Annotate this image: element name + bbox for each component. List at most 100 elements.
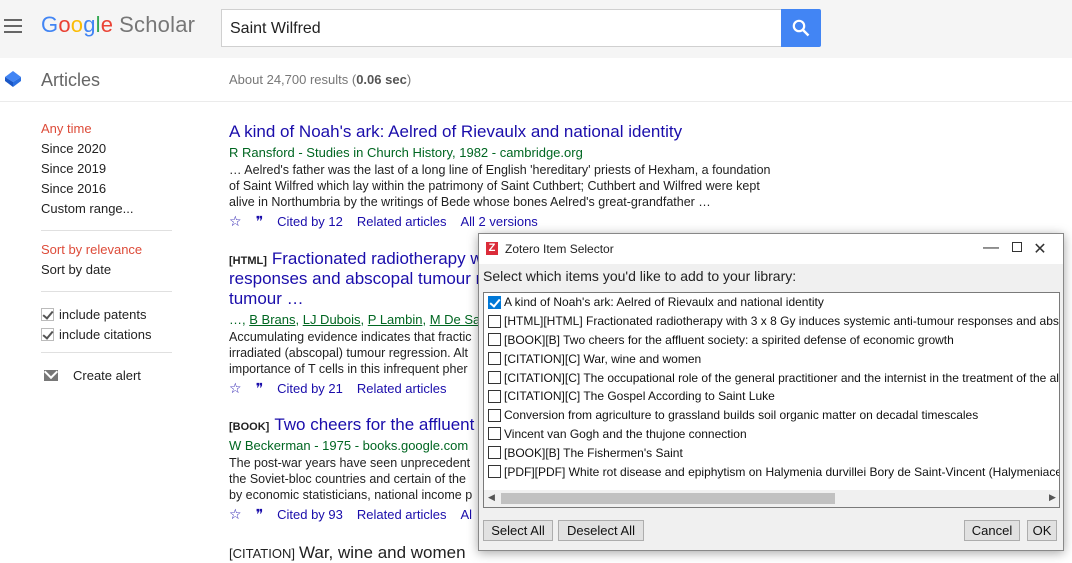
search-input[interactable]: Saint Wilfred: [221, 9, 782, 47]
google-scholar-logo[interactable]: Google Scholar: [41, 12, 195, 38]
filter-since-2019[interactable]: Since 2019: [41, 162, 176, 182]
selector-item-label: [BOOK][B] The Fishermen's Saint: [504, 445, 683, 460]
unchecked-checkbox-icon[interactable]: [488, 333, 501, 347]
all-versions-link[interactable]: All 2 versions: [460, 214, 537, 229]
checked-checkbox-icon[interactable]: [488, 295, 501, 309]
selector-item-row[interactable]: Conversion from agriculture to grassland…: [484, 406, 1059, 425]
cite-quote-icon[interactable]: ❞: [256, 213, 264, 230]
include-patents-checkbox[interactable]: include patents: [41, 304, 176, 324]
unchecked-checkbox-icon[interactable]: [488, 389, 501, 403]
scholar-header: Google Scholar Saint Wilfred: [0, 0, 1072, 58]
save-star-icon[interactable]: ☆: [229, 380, 242, 397]
unchecked-checkbox-icon[interactable]: [488, 427, 501, 441]
dialog-titlebar[interactable]: Z Zotero Item Selector — ✕: [479, 234, 1063, 264]
all-versions-link[interactable]: Al: [460, 507, 472, 522]
selector-item-row[interactable]: [BOOK][B] The Fishermen's Saint: [484, 443, 1059, 462]
cite-quote-icon[interactable]: ❞: [256, 380, 264, 397]
unchecked-checkbox-icon[interactable]: [488, 352, 501, 366]
author-link[interactable]: M De Sa: [430, 312, 481, 327]
unchecked-checkbox-icon[interactable]: [488, 408, 501, 422]
close-icon[interactable]: ✕: [1025, 239, 1055, 259]
articles-icon: [5, 71, 21, 87]
selector-item-label: [HTML][HTML] Fractionated radiotherapy w…: [504, 314, 1060, 329]
snippet-line: alive in Northumbria by the writings of …: [229, 195, 711, 209]
cited-by-link[interactable]: Cited by 93: [277, 507, 343, 522]
dialog-title: Zotero Item Selector: [505, 242, 614, 256]
related-articles-link[interactable]: Related articles: [357, 507, 447, 522]
author-link[interactable]: LJ Dubois: [303, 312, 361, 327]
unchecked-checkbox-icon[interactable]: [488, 465, 501, 479]
search-icon: [792, 19, 810, 37]
sidebar-divider: [41, 291, 172, 292]
articles-label: Articles: [41, 70, 101, 90]
ok-button[interactable]: OK: [1027, 520, 1057, 541]
result-actions: ☆ ❞ Cited by 12 Related articles All 2 v…: [229, 213, 809, 230]
selector-item-row[interactable]: Vincent van Gogh and the thujone connect…: [484, 425, 1059, 444]
filter-sidebar: Any time Since 2020 Since 2019 Since 201…: [41, 122, 176, 385]
filter-custom-range[interactable]: Custom range...: [41, 202, 176, 222]
results-count: About 24,700 results (0.06 sec): [229, 72, 412, 87]
selector-item-row[interactable]: [BOOK][B] Two cheers for the affluent so…: [484, 331, 1059, 350]
scroll-right-icon[interactable]: ▶: [1049, 492, 1056, 503]
dialog-prompt: Select which items you'd like to add to …: [483, 268, 797, 284]
checkbox-icon: [41, 307, 54, 321]
deselect-all-button[interactable]: Deselect All: [558, 520, 644, 541]
select-all-button[interactable]: Select All: [483, 520, 553, 541]
selector-item-label: [PDF][PDF] White rot disease and epiphyt…: [504, 464, 1060, 479]
mail-icon: [44, 369, 58, 381]
create-alert-link[interactable]: Create alert: [41, 365, 176, 385]
author-link[interactable]: B Brans: [249, 312, 295, 327]
selector-item-row[interactable]: [CITATION][C] The occupational role of t…: [484, 368, 1059, 387]
filter-any-time[interactable]: Any time: [41, 122, 176, 142]
result-type-tag: [BOOK]: [229, 421, 270, 433]
selector-item-label: Vincent van Gogh and the thujone connect…: [504, 426, 747, 441]
cite-quote-icon[interactable]: ❞: [256, 506, 264, 523]
selector-item-row[interactable]: [CITATION][C] War, wine and women: [484, 349, 1059, 368]
scrollbar-thumb[interactable]: [501, 493, 835, 504]
snippet-line: of Saint Wilfred which lay within the pa…: [229, 179, 760, 193]
horizontal-scrollbar[interactable]: ◀ ▶: [484, 490, 1059, 507]
result-snippet: … Aelred's father was the last of a long…: [229, 162, 809, 210]
search-button[interactable]: [781, 9, 821, 47]
checkbox-icon: [41, 327, 54, 341]
selector-item-label: Conversion from agriculture to grassland…: [504, 408, 979, 423]
sidebar-divider: [41, 230, 172, 231]
filter-since-2016[interactable]: Since 2016: [41, 182, 176, 202]
sidebar-divider: [41, 352, 172, 353]
related-articles-link[interactable]: Related articles: [357, 214, 447, 229]
sort-by-date[interactable]: Sort by date: [41, 263, 176, 283]
unchecked-checkbox-icon[interactable]: [488, 371, 501, 385]
selector-item-row[interactable]: [HTML][HTML] Fractionated radiotherapy w…: [484, 312, 1059, 331]
menu-icon[interactable]: [4, 19, 22, 33]
include-citations-checkbox[interactable]: include citations: [41, 324, 176, 344]
zotero-item-selector-dialog: Z Zotero Item Selector — ✕ Select which …: [478, 233, 1064, 551]
cancel-button[interactable]: Cancel: [964, 520, 1020, 541]
result-type-tag: [CITATION]: [229, 546, 295, 561]
sort-by-relevance[interactable]: Sort by relevance: [41, 243, 176, 263]
result-authors: R Ransford - Studies in Church History, …: [229, 145, 583, 160]
results-bar: Articles About 24,700 results (0.06 sec): [0, 58, 1072, 102]
selector-item-label: [BOOK][B] Two cheers for the affluent so…: [504, 332, 954, 347]
related-articles-link[interactable]: Related articles: [357, 381, 447, 396]
item-list: A kind of Noah's ark: Aelred of Rievaulx…: [483, 292, 1060, 508]
filter-since-2020[interactable]: Since 2020: [41, 142, 176, 162]
selector-item-row[interactable]: [CITATION][C] The Gospel According to Sa…: [484, 387, 1059, 406]
save-star-icon[interactable]: ☆: [229, 506, 242, 523]
author-link[interactable]: P Lambin: [368, 312, 423, 327]
cited-by-link[interactable]: Cited by 12: [277, 214, 343, 229]
cited-by-link[interactable]: Cited by 21: [277, 381, 343, 396]
unchecked-checkbox-icon[interactable]: [488, 446, 501, 460]
selector-item-label: [CITATION][C] War, wine and women: [504, 351, 702, 366]
selector-item-label: A kind of Noah's ark: Aelred of Rievaulx…: [504, 295, 824, 310]
scroll-left-icon[interactable]: ◀: [488, 492, 495, 503]
result-type-tag: [HTML]: [229, 255, 267, 267]
maximize-icon[interactable]: [979, 239, 1022, 257]
save-star-icon[interactable]: ☆: [229, 213, 242, 230]
selector-item-row[interactable]: A kind of Noah's ark: Aelred of Rievaulx…: [484, 293, 1059, 312]
zotero-icon: Z: [486, 242, 498, 255]
result-title-link[interactable]: A kind of Noah's ark: Aelred of Rievaulx…: [229, 122, 809, 142]
selector-item-label: [CITATION][C] The Gospel According to Sa…: [504, 389, 775, 404]
selector-item-row[interactable]: [PDF][PDF] White rot disease and epiphyt…: [484, 462, 1059, 481]
unchecked-checkbox-icon[interactable]: [488, 314, 501, 328]
selector-item-label: [CITATION][C] The occupational role of t…: [504, 370, 1060, 385]
